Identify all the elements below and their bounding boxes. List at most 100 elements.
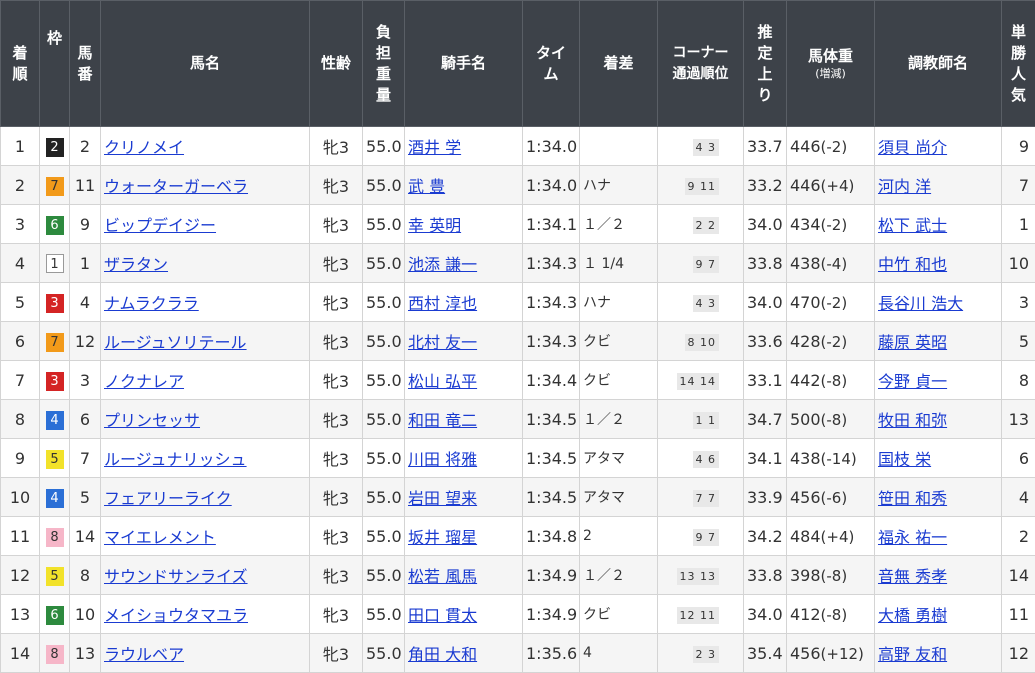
corner-badge: 2 3 — [693, 646, 720, 663]
horse-name-link[interactable]: ビップデイジー — [104, 216, 216, 235]
trainer-cell: 国枝 栄 — [875, 439, 1002, 478]
margin-cell: アタマ — [580, 439, 658, 478]
jockey-name-link[interactable]: 岩田 望来 — [408, 489, 477, 508]
jockey-name-link[interactable]: 坂井 瑠星 — [408, 528, 477, 547]
corner-cell: 2 3 — [658, 634, 744, 673]
trainer-name-link[interactable]: 大橋 勇樹 — [878, 606, 947, 625]
margin-cell — [580, 127, 658, 166]
horse-name-link[interactable]: メイショウタマユラ — [104, 606, 248, 625]
horse-name-link[interactable]: ルージュナリッシュ — [104, 450, 247, 469]
jockey-name-link[interactable]: 角田 大和 — [408, 645, 477, 664]
time-cell: 1:34.9 — [523, 595, 580, 634]
horse-name-cell: ルージュナリッシュ — [101, 439, 310, 478]
jockey-cell: 幸 英明 — [405, 205, 523, 244]
horse-name-cell: ウォーターガーベラ — [101, 166, 310, 205]
table-row: 846プリンセッサ牝355.0和田 竜二1:34.5１／２1 134.7500(… — [1, 400, 1035, 439]
body-weight-cell: 456(+12) — [787, 634, 875, 673]
jockey-name-link[interactable]: 田口 貫太 — [408, 606, 477, 625]
trainer-name-link[interactable]: 高野 友和 — [878, 645, 947, 664]
race-result-table: 着順 枠 馬番 馬名 性齢 負担重量 騎手名 タイム 着差 コーナー通過順位 推… — [0, 0, 1035, 673]
last3f-cell: 34.1 — [744, 439, 787, 478]
trainer-name-link[interactable]: 福永 祐一 — [878, 528, 947, 547]
horse-name-link[interactable]: プリンセッサ — [104, 411, 200, 430]
trainer-cell: 福永 祐一 — [875, 517, 1002, 556]
corner-badge: 2 2 — [693, 217, 720, 234]
trainer-name-link[interactable]: 長谷川 浩大 — [878, 294, 963, 313]
table-row: 733ノクナレア牝355.0松山 弘平1:34.4クビ14 1433.1442(… — [1, 361, 1035, 400]
margin-cell: クビ — [580, 595, 658, 634]
corner-badge: 4 3 — [693, 295, 720, 312]
jockey-name-link[interactable]: 幸 英明 — [408, 216, 461, 235]
jockey-name-link[interactable]: 松若 風馬 — [408, 567, 477, 586]
horse-name-link[interactable]: サウンドサンライズ — [104, 567, 248, 586]
margin-cell: クビ — [580, 361, 658, 400]
table-row: 6712ルージュソリテール牝355.0北村 友一1:34.3クビ8 1033.6… — [1, 322, 1035, 361]
body-weight-value: 438 — [790, 254, 821, 273]
last3f-cell: 33.2 — [744, 166, 787, 205]
trainer-name-link[interactable]: 須貝 尚介 — [878, 138, 947, 157]
weight-cell: 55.0 — [363, 361, 405, 400]
body-weight-diff: (-14) — [821, 450, 857, 468]
horse-name-link[interactable]: フェアリーライク — [104, 489, 232, 508]
weight-cell: 55.0 — [363, 400, 405, 439]
jockey-cell: 武 豊 — [405, 166, 523, 205]
trainer-name-link[interactable]: 河内 洋 — [878, 177, 931, 196]
sex-age-cell: 牝3 — [310, 283, 363, 322]
waku-cell: 5 — [40, 439, 70, 478]
last3f-cell: 34.2 — [744, 517, 787, 556]
corner-badge: 7 7 — [693, 490, 720, 507]
body-weight-value: 484 — [790, 527, 821, 546]
trainer-name-link[interactable]: 音無 秀孝 — [878, 567, 947, 586]
corner-cell: 1 1 — [658, 400, 744, 439]
trainer-name-link[interactable]: 松下 武士 — [878, 216, 947, 235]
corner-badge: 1 1 — [693, 412, 720, 429]
margin-cell: １／２ — [580, 400, 658, 439]
jockey-name-link[interactable]: 松山 弘平 — [408, 372, 477, 391]
waku-cell: 7 — [40, 166, 70, 205]
body-weight-cell: 484(+4) — [787, 517, 875, 556]
margin-cell: 4 — [580, 634, 658, 673]
last3f-cell: 34.0 — [744, 595, 787, 634]
horse-name-link[interactable]: ザラタン — [104, 255, 168, 274]
horse-name-link[interactable]: ラウルベア — [104, 645, 184, 664]
horse-name-link[interactable]: マイエレメント — [104, 528, 216, 547]
waku-cell: 2 — [40, 127, 70, 166]
waku-cell: 5 — [40, 556, 70, 595]
weight-cell: 55.0 — [363, 478, 405, 517]
horse-name-link[interactable]: ナムラクララ — [104, 294, 199, 313]
rank-cell: 12 — [1, 556, 40, 595]
jockey-cell: 松山 弘平 — [405, 361, 523, 400]
horse-name-link[interactable]: ウォーターガーベラ — [104, 177, 248, 196]
trainer-cell: 音無 秀孝 — [875, 556, 1002, 595]
horse-name-link[interactable]: ルージュソリテール — [104, 333, 247, 352]
jockey-cell: 酒井 学 — [405, 127, 523, 166]
jockey-name-link[interactable]: 池添 謙一 — [408, 255, 477, 274]
body-weight-cell: 442(-8) — [787, 361, 875, 400]
jockey-name-link[interactable]: 西村 淳也 — [408, 294, 477, 313]
trainer-name-link[interactable]: 中竹 和也 — [878, 255, 947, 274]
trainer-name-link[interactable]: 今野 貞一 — [878, 372, 947, 391]
table-row: 11814マイエレメント牝355.0坂井 瑠星1:34.829 734.2484… — [1, 517, 1035, 556]
corner-cell: 4 3 — [658, 127, 744, 166]
jockey-name-link[interactable]: 和田 竜二 — [408, 411, 477, 430]
horse-name-link[interactable]: クリノメイ — [104, 138, 184, 157]
corner-badge: 9 7 — [693, 256, 720, 273]
waku-badge: 3 — [46, 294, 64, 313]
waku-badge: 5 — [46, 450, 64, 469]
trainer-name-link[interactable]: 牧田 和弥 — [878, 411, 947, 430]
horse-name-link[interactable]: ノクナレア — [104, 372, 184, 391]
trainer-name-link[interactable]: 笹田 和秀 — [878, 489, 947, 508]
corner-cell: 4 3 — [658, 283, 744, 322]
jockey-name-link[interactable]: 武 豊 — [408, 177, 445, 196]
sex-age-cell: 牝3 — [310, 517, 363, 556]
jockey-name-link[interactable]: 酒井 学 — [408, 138, 461, 157]
trainer-name-link[interactable]: 藤原 英昭 — [878, 333, 947, 352]
popularity-cell: 11 — [1002, 595, 1035, 634]
margin-cell: ハナ — [580, 166, 658, 205]
popularity-cell: 2 — [1002, 517, 1035, 556]
jockey-name-link[interactable]: 川田 将雅 — [408, 450, 477, 469]
body-weight-value: 412 — [790, 605, 821, 624]
jockey-name-link[interactable]: 北村 友一 — [408, 333, 477, 352]
trainer-name-link[interactable]: 国枝 栄 — [878, 450, 931, 469]
corner-badge: 4 3 — [693, 139, 720, 156]
